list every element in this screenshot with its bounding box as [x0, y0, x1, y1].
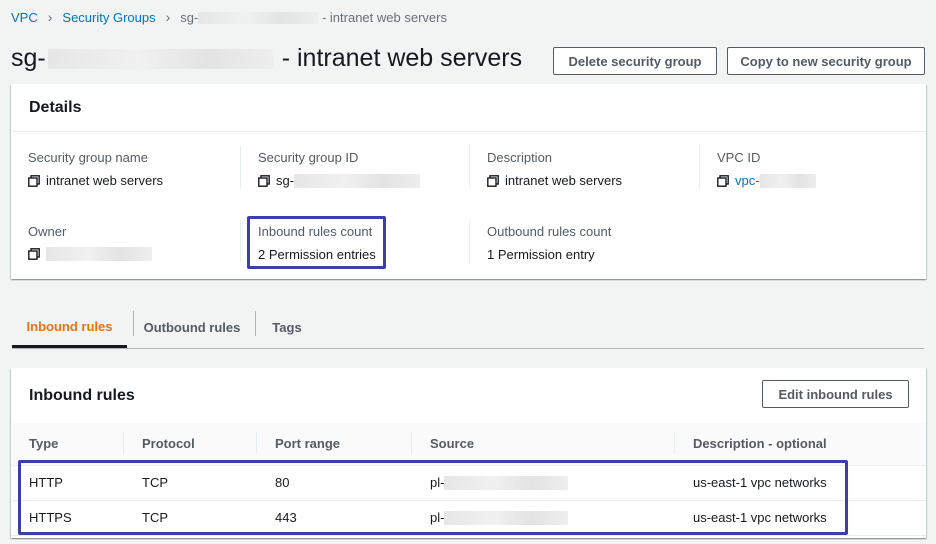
table-header-row: Type Protocol Port range Source Descript… — [11, 423, 926, 466]
title-prefix: sg- — [11, 44, 46, 72]
copy-icon[interactable] — [28, 174, 40, 187]
column-header-protocol[interactable]: Protocol — [124, 423, 257, 466]
delete-security-group-button[interactable]: Delete security group — [553, 47, 717, 75]
security-group-id-field: Security group ID sg- — [258, 150, 421, 188]
description-field: Description intranet web servers — [487, 150, 622, 188]
redacted-id — [294, 173, 421, 188]
security-group-name-field: Security group name intranet web servers — [28, 150, 163, 188]
divider — [469, 220, 470, 262]
details-panel: Details Security group name intranet web… — [11, 84, 926, 279]
cell-port-range: 80 — [257, 465, 412, 501]
copy-icon[interactable] — [28, 248, 40, 260]
chevron-right-icon: › — [47, 9, 53, 25]
divider — [240, 146, 241, 188]
security-group-name-value: intranet web servers — [46, 173, 164, 188]
tab-inbound-rules[interactable]: Inbound rules — [12, 307, 127, 348]
cell-port-range: 443 — [257, 500, 412, 536]
breadcrumb: VPC › Security Groups › sg- - intranet w… — [11, 9, 447, 25]
column-header-port-range[interactable]: Port range — [257, 423, 412, 466]
page-title: sg- - intranet web servers — [11, 44, 522, 73]
cell-description: us-east-1 vpc networks — [675, 500, 926, 536]
description-value: intranet web servers — [505, 173, 623, 188]
breadcrumb-current-suffix: - intranet web servers — [321, 9, 447, 25]
column-header-source[interactable]: Source — [412, 423, 675, 466]
cell-protocol: TCP — [124, 465, 257, 501]
owner-field: Owner — [28, 224, 152, 261]
copy-icon[interactable] — [258, 174, 270, 187]
outbound-rules-count-value: 1 Permission entry — [487, 247, 595, 262]
edit-inbound-rules-button[interactable]: Edit inbound rules — [762, 380, 909, 408]
vpc-id-field: VPC ID vpc- — [717, 150, 816, 188]
cell-description: us-east-1 vpc networks — [675, 465, 926, 501]
outbound-rules-count-field: Outbound rules count 1 Permission entry — [487, 224, 611, 262]
table-row[interactable]: HTTP TCP 80 pl- us-east-1 vpc networks — [11, 465, 926, 501]
security-group-id-prefix: sg- — [276, 173, 295, 188]
column-header-type[interactable]: Type — [11, 423, 124, 466]
inbound-rules-panel: Inbound rules Edit inbound rules Type Pr… — [11, 368, 926, 538]
inbound-rules-count-field: Inbound rules count 2 Permission entries — [258, 224, 376, 262]
breadcrumb-current: sg- - intranet web servers — [180, 10, 447, 25]
cell-type: HTTPS — [11, 500, 124, 536]
owner-label: Owner — [28, 224, 67, 239]
divider — [699, 146, 700, 188]
redacted-prefix-list — [444, 511, 569, 526]
cell-source: pl- — [412, 465, 675, 501]
copy-icon[interactable] — [717, 174, 729, 187]
tab-tags[interactable]: Tags — [256, 307, 318, 348]
vpc-id-link[interactable]: vpc- — [735, 173, 760, 188]
inbound-rules-count-value: 2 Permission entries — [258, 247, 376, 262]
column-header-description[interactable]: Description - optional — [675, 423, 926, 466]
cell-source: pl- — [412, 500, 675, 536]
redacted-id — [759, 173, 816, 188]
breadcrumb-vpc[interactable]: VPC — [11, 10, 38, 25]
breadcrumb-security-groups[interactable]: Security Groups — [62, 10, 155, 25]
copy-to-new-security-group-button[interactable]: Copy to new security group — [727, 47, 925, 75]
inbound-rules-table: Type Protocol Port range Source Descript… — [11, 423, 926, 536]
chevron-right-icon: › — [165, 9, 171, 25]
title-suffix: - intranet web servers — [281, 44, 523, 72]
vpc-id-label: VPC ID — [717, 150, 761, 165]
redacted-prefix-list — [444, 476, 569, 491]
copy-icon[interactable] — [487, 174, 499, 187]
redacted-owner — [46, 247, 152, 261]
redacted-id — [198, 12, 319, 25]
security-group-name-label: Security group name — [28, 150, 148, 165]
cell-protocol: TCP — [124, 500, 257, 536]
cell-type: HTTP — [11, 465, 124, 501]
breadcrumb-current-prefix: sg- — [180, 9, 199, 25]
inbound-rules-count-label: Inbound rules count — [258, 224, 373, 239]
outbound-rules-count-label: Outbound rules count — [487, 224, 612, 239]
security-group-id-label: Security group ID — [258, 150, 359, 165]
details-title: Details — [11, 84, 926, 132]
tab-outbound-rules[interactable]: Outbound rules — [134, 307, 250, 348]
divider — [469, 146, 470, 188]
divider — [240, 220, 241, 262]
tab-bar: Inbound rules Outbound rules Tags — [12, 307, 924, 349]
description-label: Description — [487, 150, 553, 165]
table-row[interactable]: HTTPS TCP 443 pl- us-east-1 vpc networks — [11, 500, 926, 536]
redacted-id — [47, 48, 274, 69]
